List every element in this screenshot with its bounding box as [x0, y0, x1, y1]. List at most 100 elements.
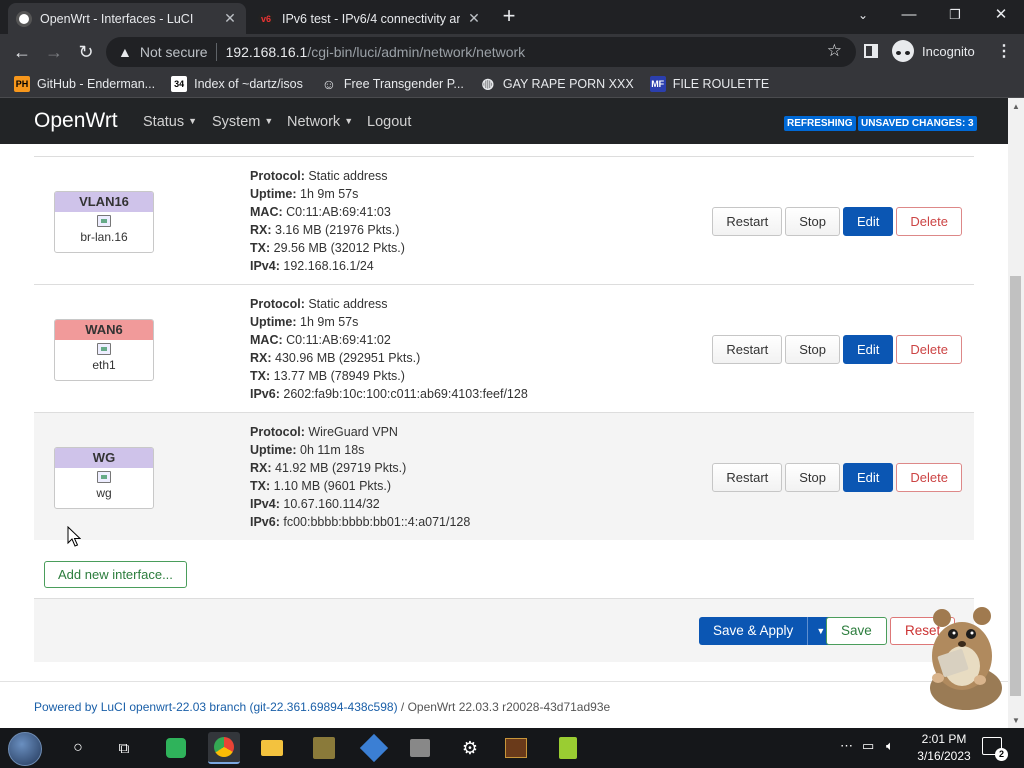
info-label: IPv4: — [250, 259, 280, 273]
incognito-profile-button[interactable]: Incognito — [892, 40, 975, 62]
save-button[interactable]: Save — [826, 617, 887, 645]
refreshing-badge[interactable]: REFRESHING — [784, 116, 856, 131]
nav-status[interactable]: Status ▼ — [143, 114, 197, 130]
new-tab-button[interactable]: + — [498, 5, 520, 29]
info-label: IPv6: — [250, 515, 280, 529]
chrome-icon[interactable] — [208, 732, 240, 764]
info-label: IPv4: — [250, 497, 280, 511]
volume-icon[interactable]: 🔈︎ — [886, 738, 894, 754]
tab-ipv6-test[interactable]: v6 IPv6 test - IPv6/4 connectivity an ✕ — [250, 3, 490, 34]
info-value: 1h 9m 57s — [296, 187, 359, 201]
restart-button[interactable]: Restart — [712, 335, 783, 364]
game-app-icon[interactable] — [308, 732, 340, 764]
interface-device: eth1 — [92, 358, 116, 372]
delete-button[interactable]: Delete — [896, 463, 962, 492]
close-tab-icon[interactable]: ✕ — [222, 10, 238, 27]
info-label: RX: — [250, 223, 272, 237]
taskbar-clock[interactable]: 2:01 PM 3/16/2023 — [914, 731, 974, 765]
delete-button[interactable]: Delete — [896, 335, 962, 364]
nav-network[interactable]: Network ▼ — [287, 114, 353, 130]
num-34-favicon-icon: 34 — [171, 75, 188, 92]
info-line: IPv4: 10.67.160.114/32 — [250, 495, 470, 513]
network-tool-icon[interactable] — [404, 732, 436, 764]
info-value: 10.67.160.114/32 — [279, 497, 380, 511]
warning-icon[interactable]: ▲ — [118, 44, 132, 60]
stop-button[interactable]: Stop — [785, 335, 841, 364]
restart-button[interactable]: Restart — [712, 207, 783, 236]
openwrt-header: OpenWrt Status ▼ System ▼ Network ▼ Logout … — [0, 98, 1008, 144]
interface-info: Protocol: Static address Uptime: 1h 9m 57… — [250, 295, 528, 403]
address-bar[interactable]: ▲ Not secure 192.168.16.1/cgi-bin/luci/a… — [106, 37, 856, 67]
info-value: 0h 11m 18s — [296, 443, 365, 457]
interface-badge-wg: WG wg — [54, 447, 154, 509]
openwrt-version: / OpenWrt 22.03.3 r20028-43d71ad93e — [397, 700, 611, 714]
stop-button[interactable]: Stop — [785, 207, 841, 236]
bookmark-file-roulette[interactable]: MF FILE ROULETTE — [649, 75, 769, 92]
interface-name: WAN6 — [55, 320, 153, 340]
scroll-up-icon[interactable]: ▲ — [1012, 102, 1020, 111]
info-label: Uptime: — [250, 187, 297, 201]
search-icon[interactable]: ○ — [62, 732, 94, 764]
restart-button[interactable]: Restart — [712, 463, 783, 492]
network-status-icon[interactable]: ▭ — [862, 738, 874, 754]
close-window-button[interactable]: ✕ — [978, 0, 1024, 30]
bookmark-dartz-isos[interactable]: 34 Index of ~dartz/isos — [171, 75, 303, 92]
reload-icon[interactable]: ↻ — [74, 40, 98, 64]
edit-button[interactable]: Edit — [843, 207, 894, 236]
notification-center-icon[interactable]: 2 — [982, 737, 1008, 761]
stop-button[interactable]: Stop — [785, 463, 841, 492]
caret-down-icon: ▼ — [344, 116, 354, 126]
green-app-icon[interactable] — [160, 732, 192, 764]
bookmark-free-transgender[interactable]: ☺ Free Transgender P... — [321, 76, 464, 92]
page-actions-bar: Save & Apply ▼ Save Reset — [34, 598, 974, 662]
info-line: TX: 1.10 MB (9601 Pkts.) — [250, 477, 470, 495]
notepad-app-icon[interactable] — [552, 732, 584, 764]
nav-system[interactable]: System ▼ — [212, 114, 273, 130]
tab-openwrt-interfaces[interactable]: OpenWrt - Interfaces - LuCI ✕ — [8, 3, 246, 34]
browser-menu-icon[interactable]: ⋮ — [996, 41, 1012, 61]
minimize-button[interactable]: — — [886, 0, 932, 30]
file-explorer-icon[interactable] — [256, 732, 288, 764]
info-line: IPv6: 2602:fa9b:10c:100:c011:ab69:4103:f… — [250, 385, 528, 403]
page-viewport: OpenWrt Status ▼ System ▼ Network ▼ Logout … — [0, 98, 1008, 728]
settings-gear-icon[interactable]: ⚙ — [454, 732, 486, 764]
edit-button[interactable]: Edit — [843, 335, 894, 364]
task-view-icon[interactable]: ⧉ — [108, 732, 140, 764]
side-panel-icon[interactable] — [864, 44, 878, 58]
tray-overflow-icon[interactable]: ⋯ — [840, 738, 853, 754]
nav-logout[interactable]: Logout — [367, 114, 411, 130]
security-label[interactable]: Not secure — [140, 44, 208, 60]
tab-search-icon[interactable]: ⌄ — [840, 0, 886, 30]
restore-button[interactable]: ❐ — [932, 0, 978, 30]
forward-icon[interactable]: → — [42, 40, 66, 64]
info-value: fc00:bbbb:bbbb:bb01::4:a071/128 — [279, 515, 471, 529]
interface-info: Protocol: WireGuard VPN Uptime: 0h 11m 18… — [250, 423, 470, 531]
save-apply-button[interactable]: Save & Apply — [699, 617, 808, 645]
page-scrollbar[interactable]: ▲ ▼ — [1008, 98, 1024, 728]
info-label: Uptime: — [250, 315, 297, 329]
info-label: TX: — [250, 369, 271, 383]
info-label: Protocol: — [250, 169, 305, 183]
luci-powered-link[interactable]: Powered by LuCI openwrt-22.03 branch (gi… — [34, 700, 398, 714]
delete-button[interactable]: Delete — [896, 207, 962, 236]
start-button[interactable] — [8, 732, 42, 766]
back-icon[interactable]: ← — [10, 40, 34, 64]
bookmark-gay-rape-porn[interactable]: ◍ GAY RAPE PORN XXX — [480, 75, 634, 92]
media-app-icon[interactable] — [500, 732, 532, 764]
blue-app-icon[interactable] — [358, 732, 390, 764]
info-line: RX: 430.96 MB (292951 Pkts.) — [250, 349, 528, 367]
info-value: 430.96 MB (292951 Pkts.) — [271, 351, 421, 365]
edit-button[interactable]: Edit — [843, 463, 894, 492]
scrollbar-thumb[interactable] — [1010, 276, 1021, 696]
openwrt-brand[interactable]: OpenWrt — [34, 109, 118, 133]
bookmark-star-icon[interactable]: ☆ — [827, 41, 842, 61]
scroll-down-icon[interactable]: ▼ — [1012, 716, 1020, 725]
bookmark-github[interactable]: PH GitHub - Enderman... — [14, 75, 155, 92]
unsaved-changes-badge[interactable]: UNSAVED CHANGES: 3 — [858, 116, 977, 131]
ph-favicon-icon: PH — [14, 75, 30, 92]
url-text[interactable]: 192.168.16.1/cgi-bin/luci/admin/network/… — [226, 44, 526, 60]
add-new-interface-button[interactable]: Add new interface... — [44, 561, 187, 588]
info-value: WireGuard VPN — [304, 425, 398, 439]
info-line: Protocol: Static address — [250, 295, 528, 313]
close-tab-icon[interactable]: ✕ — [466, 10, 482, 27]
